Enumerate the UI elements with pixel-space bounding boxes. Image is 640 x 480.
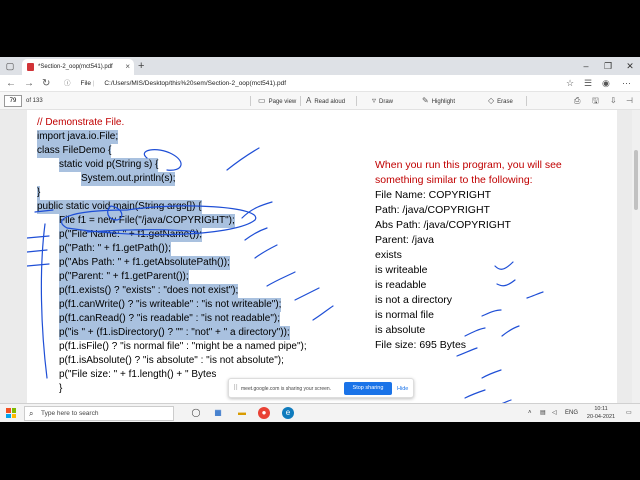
highlight-button[interactable]: ✎ Highlight [422, 95, 455, 108]
highlight-icon: ✎ [422, 96, 429, 105]
favorites-icon[interactable]: ☰ [584, 77, 592, 90]
close-tab-icon[interactable]: × [125, 59, 130, 75]
window-menu-icon[interactable]: ▢ [4, 60, 16, 72]
draw-icon: ▿ [372, 96, 377, 105]
minimize-icon[interactable]: – [576, 57, 596, 75]
scrollbar-thumb[interactable] [634, 150, 638, 210]
taskbar-search-input[interactable]: ⌕ Type here to search [24, 406, 174, 421]
windows-taskbar: ⌕ Type here to search ◯ ▦ ▬ ● e ˄ ▤ ◁ EN… [0, 403, 640, 422]
search-placeholder: Type here to search [41, 410, 99, 417]
ink-annotations [27, 147, 544, 403]
read-aloud-button[interactable]: A Read aloud [306, 95, 345, 108]
pdf-viewer[interactable]: // Demonstrate File. import java.io.File… [0, 110, 640, 403]
pdf-page: // Demonstrate File. import java.io.File… [27, 110, 617, 403]
tab-pdf[interactable]: *Section-2_oop(mct541).pdf × [22, 59, 134, 75]
new-tab-button[interactable]: + [138, 59, 144, 73]
stop-sharing-button[interactable]: Stop sharing [344, 382, 392, 395]
star-icon[interactable]: ☆ [566, 77, 574, 90]
start-icon[interactable] [6, 408, 16, 418]
site-info-label: File [80, 80, 91, 87]
page-view-button[interactable]: ▭ Page view [258, 95, 296, 108]
url-text: C:/Users/MIS/Desktop/this%20sem/Section-… [104, 80, 287, 87]
share-message: meet.google.com is sharing your screen. [241, 386, 332, 392]
search-icon: ⌕ [29, 409, 34, 418]
language-indicator[interactable]: ENG [565, 404, 578, 422]
address-bar: ← → ↻ ⓘ File | C:/Users/MIS/Desktop/this%… [0, 75, 640, 92]
tray-chevron-icon[interactable]: ˄ [528, 404, 532, 422]
page-total: of 133 [26, 98, 43, 104]
page-number-input[interactable]: 79 [4, 95, 22, 107]
time: 10:11 [594, 406, 608, 412]
browser-tab-bar: ▢ *Section-2_oop(mct541).pdf × + – ❐ ✕ [0, 57, 640, 75]
edge-like-icon[interactable]: ▦ [212, 407, 224, 419]
page-view-icon: ▭ [258, 96, 266, 105]
clock[interactable]: 10:11 20-04-2021 [582, 405, 620, 421]
drag-handle-icon[interactable]: ⠿ [233, 384, 238, 392]
chrome-icon[interactable]: ● [258, 407, 270, 419]
save-as-icon[interactable]: ⇩ [610, 95, 620, 108]
file-explorer-icon[interactable]: ▬ [236, 407, 248, 419]
forward-icon[interactable]: → [24, 76, 34, 91]
more-icon[interactable]: ⋯ [622, 77, 631, 90]
refresh-icon[interactable]: ↻ [42, 76, 50, 91]
date: 20-04-2021 [586, 414, 616, 420]
tab-title: *Section-2_oop(mct541).pdf [38, 64, 113, 70]
eraser-icon: ◇ [488, 96, 495, 105]
hide-banner-button[interactable]: Hide [397, 379, 408, 399]
screen-share-banner: ⠿ meet.google.com is sharing your screen… [228, 378, 414, 398]
task-view-icon[interactable]: ◯ [190, 407, 202, 419]
profile-icon[interactable]: ◉ [602, 77, 610, 90]
notification-icon[interactable]: ▭ [626, 404, 632, 422]
draw-button[interactable]: ▿ Draw [372, 95, 393, 108]
pdf-file-icon [27, 63, 34, 71]
pin-toolbar-icon[interactable]: ⊣ [626, 95, 636, 108]
url-field[interactable]: ⓘ File | C:/Users/MIS/Desktop/this%20sem/… [60, 77, 600, 90]
print-icon[interactable]: ⎙ [574, 95, 583, 108]
close-window-icon[interactable]: ✕ [620, 57, 640, 75]
save-icon[interactable]: 🖫 [592, 95, 602, 108]
back-icon[interactable]: ← [6, 76, 16, 91]
erase-button[interactable]: ◇ Erase [488, 95, 513, 108]
volume-icon[interactable]: ◁ [552, 404, 557, 422]
vertical-scrollbar[interactable] [632, 110, 640, 403]
screen: ▢ *Section-2_oop(mct541).pdf × + – ❐ ✕ ←… [0, 57, 640, 422]
pdf-toolbar: 79 of 133 ▭ Page view A Read aloud ▿ Draw ✎… [0, 92, 640, 110]
network-icon[interactable]: ▤ [540, 404, 546, 422]
site-info-icon[interactable]: ⓘ [64, 80, 71, 87]
edge-icon[interactable]: e [282, 407, 294, 419]
read-aloud-icon: A [306, 96, 312, 105]
maximize-icon[interactable]: ❐ [598, 57, 618, 75]
